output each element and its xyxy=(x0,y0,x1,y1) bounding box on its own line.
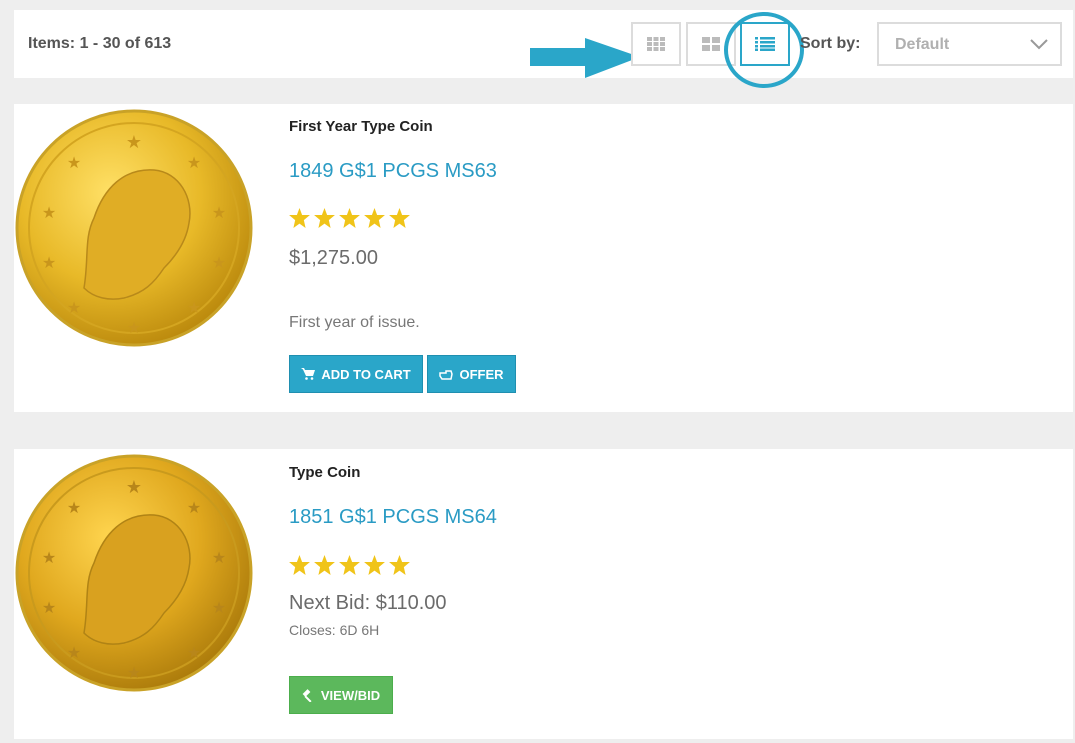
star-icon xyxy=(389,555,410,575)
svg-text:★: ★ xyxy=(126,477,142,497)
sort-dropdown[interactable]: Default xyxy=(877,22,1062,66)
svg-text:★: ★ xyxy=(42,550,56,567)
sort-label: Sort by: xyxy=(800,35,861,52)
product-description: First year of issue. xyxy=(289,314,420,331)
star-icon xyxy=(314,208,335,228)
svg-text:★: ★ xyxy=(187,300,201,317)
star-icon xyxy=(364,208,385,228)
sort-selected-value: Default xyxy=(895,36,950,53)
svg-text:★: ★ xyxy=(127,665,141,682)
offer-label: OFFER xyxy=(459,366,504,382)
product-category: Type Coin xyxy=(289,464,361,481)
svg-text:★: ★ xyxy=(212,255,226,272)
star-icon xyxy=(339,208,360,228)
svg-text:★: ★ xyxy=(187,155,201,172)
rating-stars xyxy=(289,208,410,228)
pointer-arrow-icon xyxy=(530,38,640,87)
star-icon xyxy=(289,208,310,228)
listing-toolbar: Items: 1 - 30 of 613 Sort by: Default xyxy=(14,10,1073,88)
svg-text:★: ★ xyxy=(67,300,81,317)
svg-text:★: ★ xyxy=(67,645,81,662)
product-title-link[interactable]: 1851 G$1 PCGS MS64 xyxy=(289,506,497,529)
svg-text:★: ★ xyxy=(212,205,226,222)
svg-text:★: ★ xyxy=(42,255,56,272)
svg-text:★: ★ xyxy=(42,600,56,617)
grid-small-view-button[interactable] xyxy=(631,22,681,66)
grid-large-icon xyxy=(702,37,720,51)
svg-text:★: ★ xyxy=(42,205,56,222)
svg-text:★: ★ xyxy=(187,500,201,517)
star-icon xyxy=(389,208,410,228)
svg-text:★: ★ xyxy=(126,132,142,152)
product-title-link[interactable]: 1849 G$1 PCGS MS63 xyxy=(289,160,497,183)
svg-text:★: ★ xyxy=(187,645,201,662)
svg-text:★: ★ xyxy=(67,155,81,172)
star-icon xyxy=(289,555,310,575)
star-icon xyxy=(364,555,385,575)
grid-small-icon xyxy=(647,37,665,51)
coin-image[interactable]: ★ ★ ★ ★ ★ ★ ★ ★ ★ ★ xyxy=(14,108,254,348)
product-card: ★ ★ ★ ★ ★ ★ ★ ★ ★ ★ Type Coin 1851 G$1 P… xyxy=(14,449,1073,739)
chevron-down-icon xyxy=(1030,39,1048,50)
product-card: ★ ★ ★ ★ ★ ★ ★ ★ ★ ★ First Year Type Coin… xyxy=(14,104,1073,412)
items-count: Items: 1 - 30 of 613 xyxy=(28,35,172,52)
grid-large-view-button[interactable] xyxy=(686,22,736,66)
product-category: First Year Type Coin xyxy=(289,118,433,135)
star-icon xyxy=(339,555,360,575)
svg-text:★: ★ xyxy=(212,550,226,567)
coin-image[interactable]: ★ ★ ★ ★ ★ ★ ★ ★ ★ ★ xyxy=(14,453,254,693)
add-to-cart-label: ADD TO CART xyxy=(321,366,411,382)
gavel-icon xyxy=(302,688,312,702)
offer-button[interactable]: OFFER xyxy=(427,355,516,393)
svg-text:★: ★ xyxy=(67,500,81,517)
list-icon xyxy=(755,37,775,51)
svg-text:★: ★ xyxy=(127,320,141,337)
view-bid-button[interactable]: VIEW/BID xyxy=(289,676,393,714)
list-view-button[interactable] xyxy=(740,22,790,66)
svg-text:★: ★ xyxy=(212,600,226,617)
rating-stars xyxy=(289,555,410,575)
hand-pointer-icon xyxy=(439,370,454,380)
cart-icon xyxy=(301,368,316,380)
view-bid-label: VIEW/BID xyxy=(320,687,381,703)
product-price: $1,275.00 xyxy=(289,247,378,269)
add-to-cart-button[interactable]: ADD TO CART xyxy=(289,355,423,393)
star-icon xyxy=(314,555,335,575)
auction-closes: Closes: 6D 6H xyxy=(289,622,380,638)
next-bid-price: Next Bid: $110.00 xyxy=(289,592,447,614)
